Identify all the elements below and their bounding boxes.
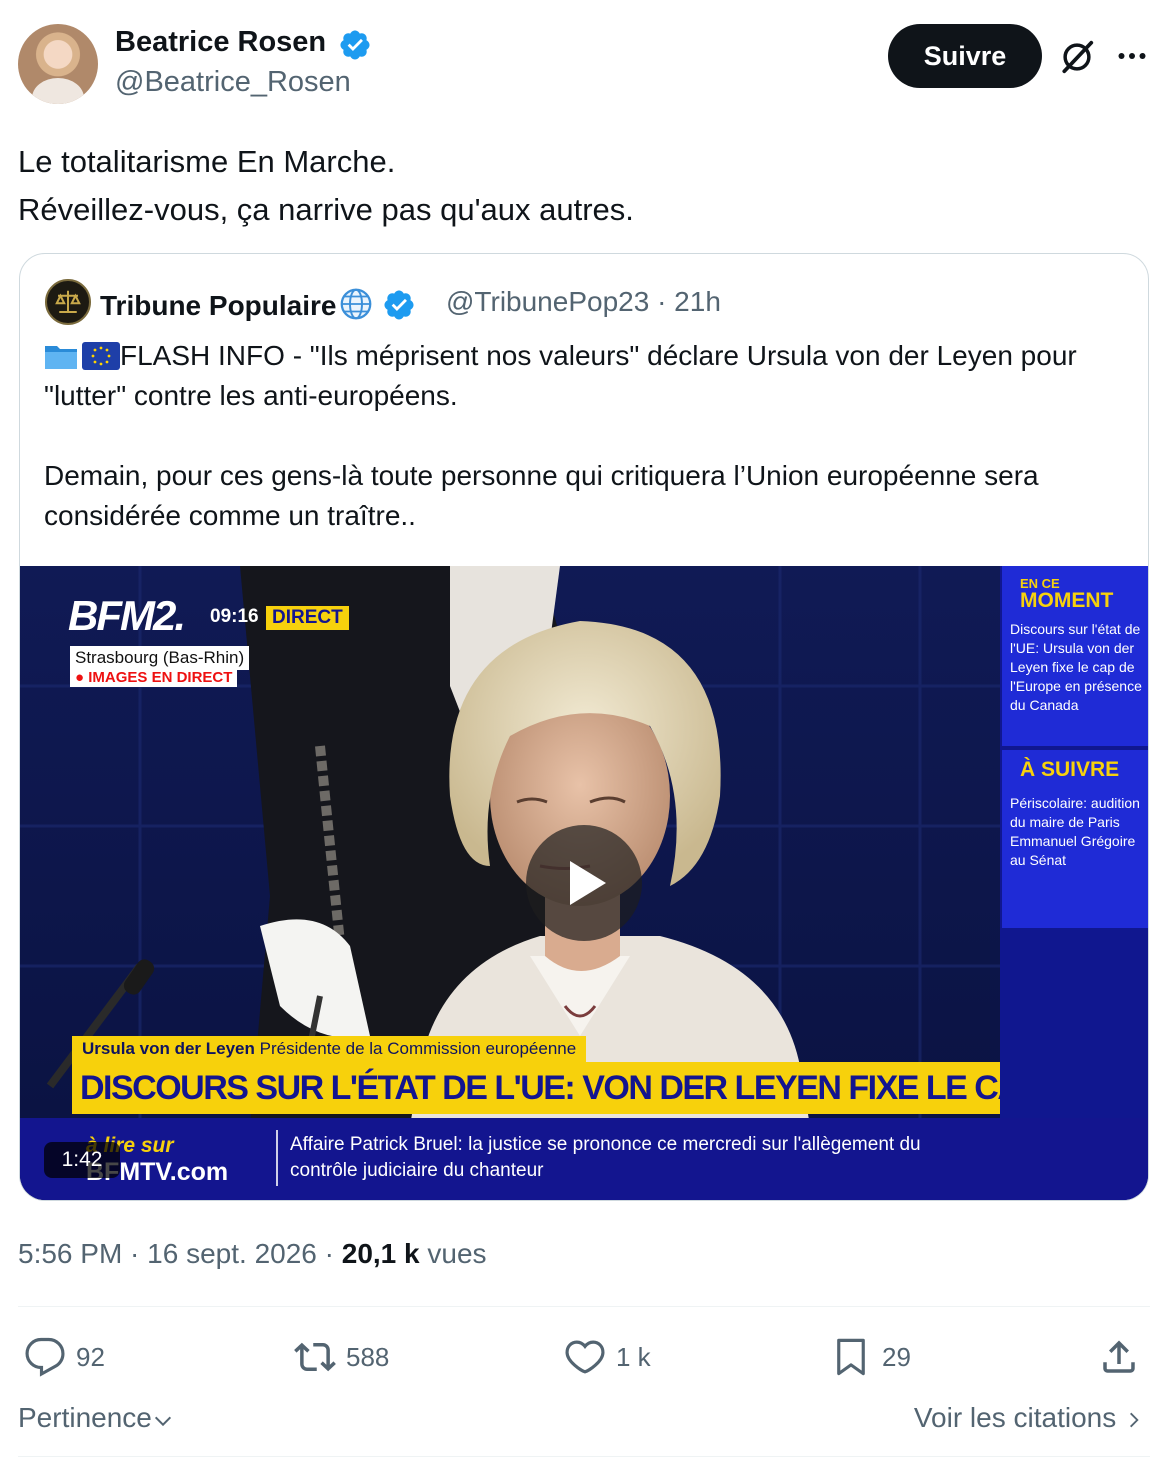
reply-icon (25, 1337, 65, 1377)
sort-label: Pertinence (18, 1402, 152, 1433)
side-head-next: À SUIVRE (1020, 758, 1120, 781)
post-line-1: Le totalitarisme En Marche. (18, 144, 396, 179)
lower-third-name: Ursula von der Leyen Présidente de la Co… (72, 1036, 587, 1062)
verified-badge-icon (384, 290, 415, 320)
channel-logo: BFM2. (68, 592, 186, 639)
play-icon[interactable] (556, 853, 616, 913)
views-count: 20,1 k (341, 1238, 420, 1269)
views-label: vues (419, 1238, 487, 1269)
repost-count: 588 (346, 1341, 390, 1372)
verified-badge-icon (340, 30, 370, 60)
quote-author-name-text: Tribune Populaire (100, 290, 337, 321)
like-button[interactable]: 1 k (564, 1334, 651, 1380)
quote-author-name[interactable]: Tribune Populaire (100, 286, 416, 322)
sort-dropdown[interactable]: Pertinence (18, 1402, 174, 1434)
more-icon[interactable] (1114, 38, 1150, 74)
author-name[interactable]: Beatrice Rosen (115, 26, 326, 59)
quote-text-line-1: FLASH INFO - "Ils méprisent nos valeurs"… (44, 340, 1077, 411)
follow-button[interactable]: Suivre (888, 24, 1042, 88)
divider (18, 1306, 1150, 1307)
quote-text-paragraph-1: FLASH INFO - "Ils méprisent nos valeurs"… (44, 336, 1124, 416)
like-count: 1 k (616, 1341, 651, 1372)
globe-icon (341, 288, 372, 320)
side-text-now: Discours sur l'état de l'UE: Ursula von … (1010, 621, 1142, 713)
live-tag: ● IMAGES EN DIRECT (70, 668, 238, 687)
speaker-name: Ursula von der Leyen (82, 1039, 255, 1058)
folder-icon (45, 346, 77, 369)
scales-icon (55, 290, 81, 313)
ticker-text: Affaire Patrick Bruel: la justice se pro… (290, 1134, 921, 1181)
divider (18, 1456, 1150, 1457)
quoted-post[interactable]: Tribune Populaire @TribunePop23 · 21h FL… (19, 253, 1149, 1201)
bookmark-icon (837, 1338, 865, 1376)
share-button[interactable] (1098, 1334, 1150, 1380)
quote-author-avatar[interactable] (45, 279, 91, 325)
post-text: Le totalitarisme En Marche. Réveillez-vo… (18, 138, 634, 234)
direct-badge: DIRECT (266, 606, 349, 630)
location-label: Strasbourg (Bas-Rhin) (70, 646, 250, 670)
repost-button[interactable]: 588 (294, 1334, 389, 1380)
share-icon (1103, 1340, 1135, 1373)
post-line-2: Réveillez-vous, ça narrive pas qu'aux au… (18, 192, 634, 227)
side-text-next: Périscolaire: audition du maire de Paris… (1010, 795, 1140, 868)
video-duration: 1:42 (44, 1142, 120, 1178)
like-icon (565, 1340, 605, 1374)
eu-flag-icon (82, 342, 120, 370)
quote-text: FLASH INFO - "Ils méprisent nos valeurs"… (44, 336, 1124, 536)
speaker-role: Présidente de la Commission européenne (259, 1039, 577, 1058)
chevron-right-icon (1130, 1412, 1139, 1428)
side-head-big: MOMENT (1020, 589, 1114, 612)
bookmark-count: 29 (882, 1341, 911, 1372)
grok-icon[interactable] (1058, 38, 1096, 76)
quote-author-handle-time[interactable]: @TribunePop23 · 21h (446, 286, 721, 318)
quote-text-line-2: Demain, pour ces gens-là toute personne … (44, 460, 1039, 531)
post-meta: 5:56 PM · 16 sept. 2026 · 20,1 k vues (18, 1238, 487, 1270)
video-player[interactable]: BFM2. 09:16 DIRECT Strasbourg (Bas-Rhin)… (20, 566, 1148, 1200)
post-time-date[interactable]: 5:56 PM · 16 sept. 2026 · (18, 1238, 342, 1269)
author-handle[interactable]: @Beatrice_Rosen (115, 66, 351, 99)
view-quotes-link[interactable]: Voir les citations (914, 1402, 1144, 1434)
reply-button[interactable]: 92 (24, 1334, 105, 1380)
author-avatar[interactable] (18, 24, 98, 104)
broadcast-time: 09:16 (210, 606, 259, 627)
view-quotes-label: Voir les citations (913, 1402, 1117, 1433)
chevron-down-icon (154, 1416, 171, 1427)
headline-banner: DISCOURS SUR L'ÉTAT DE L'UE: VON DER LEY… (72, 1062, 1000, 1114)
bookmark-button[interactable]: 29 (830, 1334, 911, 1380)
repost-icon (294, 1342, 336, 1372)
reply-count: 92 (76, 1341, 105, 1372)
